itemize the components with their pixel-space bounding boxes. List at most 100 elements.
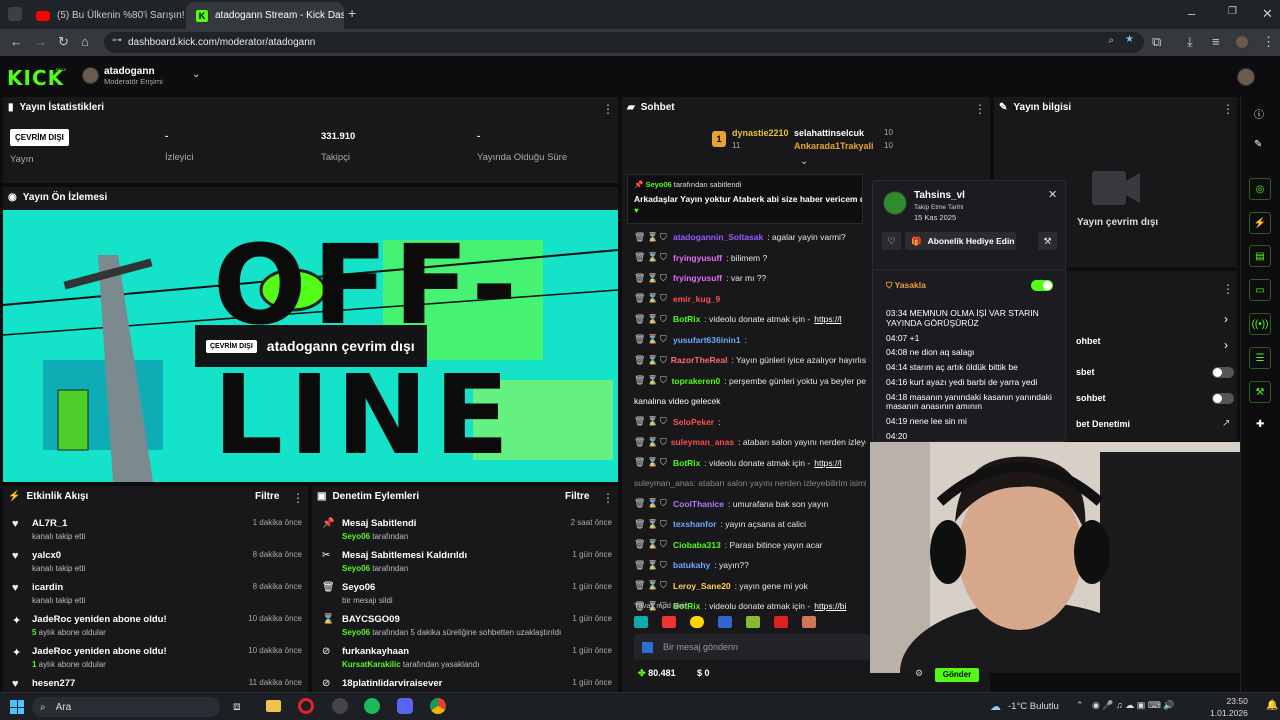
- chat-message[interactable]: 🗑 ⌛ ⛉ CoolThanice: umurafana bak son yayın: [634, 494, 866, 515]
- chat-message[interactable]: 🗑 ⌛ ⛉ texshanfor: yayın açsana at calici: [634, 514, 866, 535]
- delete-icon[interactable]: 🗑: [634, 273, 645, 284]
- chat-username[interactable]: texshanfor: [673, 519, 716, 529]
- delete-icon[interactable]: 🗑: [634, 560, 645, 571]
- chat-message[interactable]: 🗑 ⌛ ⛉ suleyman_anas: atabarı salon yayını n…: [634, 432, 866, 453]
- chat-username[interactable]: atadogannin_Soltasak: [673, 232, 763, 242]
- reload-icon[interactable]: ↻: [58, 34, 69, 50]
- chat-message[interactable]: 🗑 ⌛ ⛉ atadogannin_Soltasak: agalar yayin va…: [634, 227, 866, 248]
- chat-link[interactable]: https://bi: [814, 601, 846, 611]
- browser-menu-icon[interactable]: ⋮: [1262, 34, 1275, 50]
- back-icon[interactable]: ←: [10, 34, 23, 49]
- emote-icon[interactable]: [746, 616, 760, 628]
- user-avatar[interactable]: [1237, 68, 1255, 86]
- chat-message[interactable]: suleyman_anas: atabarı salon yayını nerd…: [634, 473, 866, 494]
- emote-icon[interactable]: [718, 616, 732, 628]
- home-icon[interactable]: ⌂: [81, 34, 89, 49]
- chat-username[interactable]: suleyman_anas: [671, 437, 734, 447]
- timeout-icon[interactable]: ⌛: [647, 252, 658, 263]
- notification-icon[interactable]: 🔔: [1266, 700, 1278, 711]
- sidebar-button-bolt-icon[interactable]: ⚡: [1249, 212, 1271, 234]
- top-gifter-2[interactable]: selahattinselcuk: [794, 128, 864, 138]
- download-icon[interactable]: ⤓: [1187, 34, 1193, 50]
- mod-action-item[interactable]: 📌 Mesaj Sabitlendi Seyo06 tarafından 2 saat…: [322, 518, 612, 550]
- tab-menu-icon[interactable]: [8, 7, 22, 21]
- collapse-chevron-icon[interactable]: ⌄: [800, 156, 808, 167]
- stats-menu-icon[interactable]: ⋮: [602, 102, 614, 116]
- pinned-message[interactable]: 📌 Seyo06 tarafından sabitlendi Arkadaşla…: [627, 174, 863, 224]
- task-view-icon[interactable]: ⧈: [233, 699, 241, 714]
- toggle-switch[interactable]: [1212, 367, 1234, 378]
- delete-icon[interactable]: 🗑: [634, 314, 645, 325]
- emote-icon[interactable]: [662, 616, 676, 628]
- chat-message[interactable]: 🗑 ⌛ ⛉ batukahy: yayın??: [634, 555, 866, 576]
- chat-settings-icon[interactable]: ⚙: [915, 668, 923, 679]
- toggle-switch[interactable]: [1212, 393, 1234, 404]
- forward-icon[interactable]: →: [34, 34, 47, 49]
- top-gifter-1[interactable]: dynastie2210: [732, 128, 789, 138]
- activity-item[interactable]: ♥ AL7R_1 kanalı takip etti 1 dakika önce: [12, 518, 302, 550]
- tab-kick[interactable]: K atadogann Stream - Kick Dashb ×: [186, 2, 344, 29]
- zoom-icon[interactable]: ⌕: [1108, 35, 1114, 46]
- edit-icon[interactable]: ✎: [1254, 139, 1262, 150]
- timeout-icon[interactable]: ⌛: [647, 334, 658, 345]
- chat-username[interactable]: batukahy: [673, 560, 710, 570]
- chat-message[interactable]: 🗑 ⌛ ⛉ fryingyusuff: bilimem ?: [634, 248, 866, 269]
- ban-icon[interactable]: ⛉: [660, 273, 669, 284]
- external-link-icon[interactable]: ↗: [1222, 418, 1230, 429]
- chat-username[interactable]: Leroy_Sane20: [673, 581, 731, 591]
- activity-item[interactable]: ♥ icardin kanalı takip etti 8 dakika önce: [12, 582, 302, 614]
- file-explorer-icon[interactable]: [266, 700, 281, 712]
- timeout-icon[interactable]: ⌛: [647, 416, 658, 427]
- channel-switch-chevron-icon[interactable]: ⌄: [192, 69, 200, 80]
- delete-icon[interactable]: 🗑: [634, 416, 645, 427]
- timeout-icon[interactable]: ⌛: [647, 232, 658, 243]
- mod-action-item[interactable]: ⌛ BAYCSGO09 Seyo06 tarafından 5 dakika sür…: [322, 614, 612, 646]
- delete-icon[interactable]: 🗑: [634, 334, 645, 345]
- delete-icon[interactable]: 🗑: [634, 539, 645, 550]
- mod-action-item[interactable]: ✂ Mesaj Sabitlemesi Kaldırıldı Seyo06 tara…: [322, 550, 612, 582]
- activity-menu-icon[interactable]: ⋮: [292, 491, 304, 505]
- close-icon[interactable]: ✕: [1048, 188, 1057, 201]
- delete-icon[interactable]: 🗑: [634, 457, 645, 468]
- sidebar-button-list-icon[interactable]: ☰: [1249, 347, 1271, 369]
- chat-link[interactable]: https://l: [814, 314, 841, 324]
- ban-icon[interactable]: ⛉: [660, 539, 669, 550]
- activity-item[interactable]: ✦ JadeRoc yeniden abone oldu! 5 aylık abon…: [12, 614, 302, 646]
- timeout-icon[interactable]: ⌛: [647, 293, 658, 304]
- taskbar-search[interactable]: ⌕ Ara: [32, 697, 220, 717]
- delete-icon[interactable]: 🗑: [634, 498, 645, 509]
- emote-icon[interactable]: [634, 616, 648, 628]
- ban-toggle[interactable]: [1031, 280, 1053, 291]
- ban-icon[interactable]: ⛉: [660, 416, 669, 427]
- close-window-button[interactable]: ✕: [1262, 6, 1273, 22]
- chat-message[interactable]: kanalına video gelecek: [634, 391, 866, 412]
- mod-action-item[interactable]: ⊘ furkankayhaan KursatKarakilic tarafından…: [322, 646, 612, 678]
- chat-username[interactable]: CoolThanice: [673, 499, 724, 509]
- add-widget-icon[interactable]: ✚: [1256, 419, 1264, 430]
- emote-icon[interactable]: [774, 616, 788, 628]
- follow-heart-button[interactable]: ♡: [882, 232, 901, 250]
- delete-icon[interactable]: 🗑: [634, 252, 645, 263]
- ban-icon[interactable]: ⛉: [660, 314, 669, 325]
- timeout-icon[interactable]: ⌛: [647, 437, 658, 448]
- settings-row-3[interactable]: sohbet: [1076, 393, 1106, 403]
- settings-row-1[interactable]: ohbet: [1076, 336, 1101, 346]
- timeout-icon[interactable]: ⌛: [647, 580, 658, 591]
- ban-icon[interactable]: ⛉: [660, 355, 667, 366]
- maximize-button[interactable]: ❐: [1228, 6, 1237, 17]
- media-control-icon[interactable]: ≡: [1212, 34, 1220, 49]
- sidebar-button-target-icon[interactable]: ◎: [1249, 178, 1271, 200]
- activity-item[interactable]: ✦ JadeRoc yeniden abone oldu! 1 aylık abon…: [12, 646, 302, 678]
- app-icon[interactable]: [332, 698, 348, 714]
- chat-message[interactable]: 🗑 ⌛ ⛉ toprakeren0: perşembe günleri yoktu y…: [634, 371, 866, 392]
- sidebar-button-broadcast-icon[interactable]: ((•)): [1249, 313, 1271, 335]
- stream-preview[interactable]: OFF- LINE ÇEVRİM DIŞI atadogann çevrim d…: [3, 210, 618, 482]
- spotify-icon[interactable]: [364, 698, 380, 714]
- chat-message[interactable]: 🗑 ⌛ ⛉ fryingyusuff: var mı ??: [634, 268, 866, 289]
- windows-start-icon[interactable]: [10, 700, 24, 714]
- ban-icon[interactable]: ⛉: [660, 519, 669, 530]
- mod-filter-button[interactable]: Filtre: [565, 491, 589, 502]
- activity-filter-button[interactable]: Filtre: [255, 491, 279, 502]
- chat-message[interactable]: 🗑 ⌛ ⛉ BotRix: videolu donate atmak için - h…: [634, 309, 866, 330]
- timeout-icon[interactable]: ⌛: [647, 539, 658, 550]
